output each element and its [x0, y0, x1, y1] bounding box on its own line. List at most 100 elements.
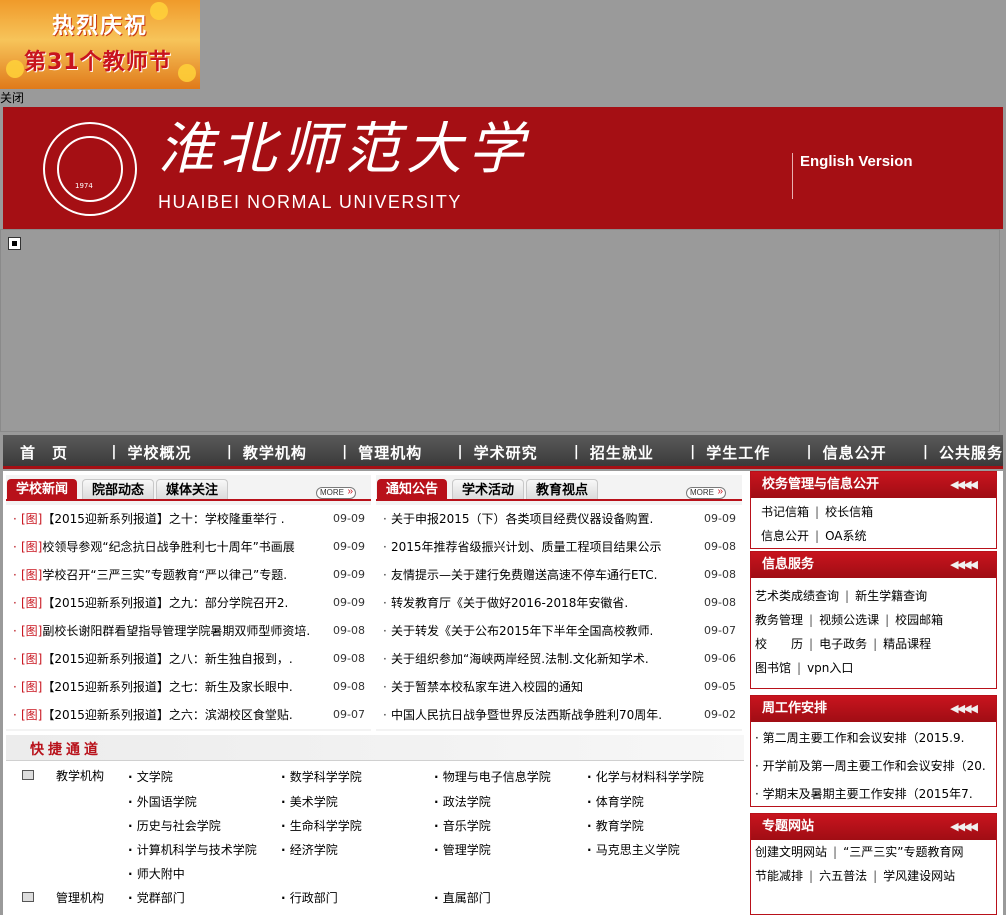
sidebar-link[interactable]: “三严三实”专题教育网 — [843, 845, 963, 859]
quick-link[interactable]: 管理学院 — [434, 841, 491, 858]
notice-title[interactable]: 关于暂禁本校私家车进入校园的通知 — [391, 673, 583, 701]
tab-school-news[interactable]: 学校新闻 — [7, 479, 78, 501]
tab-academic-events[interactable]: 学术活动 — [452, 479, 525, 501]
sidebar-link[interactable]: 创建文明网站 — [755, 845, 827, 859]
bullet: · — [383, 568, 387, 582]
notice-title[interactable]: 2015年推荐省级振兴计划、质量工程项目结果公示 — [391, 533, 662, 561]
sidebar-link[interactable]: 校 历 — [755, 637, 803, 651]
news-more-button[interactable]: MORE — [316, 487, 356, 499]
sidebar-link[interactable]: 精品课程 — [883, 637, 931, 651]
sidebar-link[interactable]: 节能减排 — [755, 869, 803, 883]
list-item: · 关于暂禁本校私家车进入校园的通知 09-05 — [376, 673, 742, 701]
bullet: · — [383, 540, 387, 554]
quick-link[interactable]: 数学科学学院 — [281, 768, 362, 785]
nav-home[interactable]: 首 页 — [20, 442, 101, 463]
tab-department-news[interactable]: 院部动态 — [82, 479, 155, 501]
news-title[interactable]: [图]副校长谢阳群看望指导管理学院暑期双师型师资培. — [21, 617, 310, 645]
quick-link[interactable]: 化学与材料科学学院 — [587, 768, 704, 785]
schedule-item[interactable]: · 第二周主要工作和会议安排（2015.9. — [751, 724, 996, 752]
news-date: 09-09 — [333, 512, 365, 525]
flash-banner-area — [0, 229, 1000, 432]
nav-admissions[interactable]: 招生就业 — [590, 442, 680, 463]
nav-students[interactable]: 学生工作 — [706, 442, 796, 463]
nav-services[interactable]: 公共服务 — [939, 442, 1003, 463]
notice-title[interactable]: 中国人民抗日战争暨世界反法西斯战争胜利70周年. — [391, 701, 662, 729]
list-item: · 转发教育厅《关于做好2016-2018年安徽省. 09-08 — [376, 589, 742, 617]
nav-disclosure[interactable]: 信息公开 — [823, 442, 913, 463]
quick-link[interactable]: 体育学院 — [587, 793, 644, 810]
tab-notices[interactable]: 通知公告 — [377, 479, 448, 501]
nav-research[interactable]: 学术研究 — [474, 442, 564, 463]
quick-link[interactable]: 师大附中 — [128, 865, 185, 882]
notice-title[interactable]: 关于组织参加“海峡两岸经贸.法制.文化新知学术. — [391, 645, 649, 673]
expand-arrow-icon[interactable] — [22, 892, 34, 902]
quick-link[interactable]: 历史与社会学院 — [128, 817, 221, 834]
quick-link[interactable]: 教育学院 — [587, 817, 644, 834]
list-item: · 关于转发《关于公布2015年下半年全国高校教师. 09-07 — [376, 617, 742, 645]
flash-plugin-icon[interactable] — [8, 237, 21, 250]
arrows-icon: ◀◀◀◀ — [950, 820, 978, 833]
nav-admin[interactable]: 管理机构 — [358, 442, 447, 463]
quick-link[interactable]: 物理与电子信息学院 — [434, 768, 551, 785]
nav-about[interactable]: 学校概况 — [127, 442, 216, 463]
bullet: · — [383, 512, 387, 526]
schedule-item[interactable]: · 学期末及暑期主要工作安排（2015年7. — [751, 780, 996, 808]
news-title[interactable]: [图]【2015迎新系列报道】之八：新生独自报到，. — [21, 645, 293, 673]
notice-date: 09-08 — [704, 596, 736, 609]
notice-date: 09-09 — [704, 512, 736, 525]
ad-close-link[interactable]: 关闭 — [0, 91, 24, 105]
quick-link[interactable]: 文学院 — [128, 768, 173, 785]
teachers-day-ad[interactable]: 热烈庆祝 第31个教师节 — [0, 0, 200, 89]
list-item: · [图]【2015迎新系列报道】之十：学校隆重举行 . 09-09 — [6, 505, 371, 533]
quick-link[interactable]: 计算机科学与技术学院 — [128, 841, 257, 858]
list-item: · [图]校领导参观“纪念抗日战争胜利七十周年”书画展 09-09 — [6, 533, 371, 561]
quick-link[interactable]: 直属部门 — [434, 889, 491, 906]
news-title[interactable]: [图]【2015迎新系列报道】之九：部分学院召开2. — [21, 589, 288, 617]
nav-teaching[interactable]: 教学机构 — [243, 442, 332, 463]
news-title[interactable]: [图]校领导参观“纪念抗日战争胜利七十周年”书画展 — [21, 533, 295, 561]
sidebar-link[interactable]: 图书馆 — [755, 661, 791, 675]
expand-arrow-icon[interactable] — [22, 770, 34, 780]
quick-link[interactable]: 外国语学院 — [128, 793, 197, 810]
notice-title[interactable]: 友情提示—关于建行免费赠送高速不停车通行ETC. — [391, 561, 657, 589]
sidebar-link[interactable]: OA系统 — [825, 529, 866, 543]
quick-link[interactable]: 经济学院 — [281, 841, 338, 858]
sidebar-link[interactable]: 视频公选课 — [819, 613, 879, 627]
nav-separator: | — [457, 444, 464, 460]
news-title[interactable]: [图]【2015迎新系列报道】之六：滨湖校区食堂贴. — [21, 701, 293, 729]
sidebar-link[interactable]: 教务管理 — [755, 613, 803, 627]
notice-title[interactable]: 关于申报2015（下）各类项目经费仪器设备购置. — [391, 505, 653, 533]
tab-education-views[interactable]: 教育视点 — [526, 479, 599, 501]
tab-underline — [6, 499, 371, 501]
notice-more-button[interactable]: MORE — [686, 487, 726, 499]
sidebar-link[interactable]: vpn入口 — [807, 661, 853, 675]
news-title[interactable]: [图]【2015迎新系列报道】之七：新生及家长眼中. — [21, 673, 293, 701]
list-item: · [图]【2015迎新系列报道】之七：新生及家长眼中. 09-08 — [6, 673, 371, 701]
schedule-item[interactable]: · 开学前及第一周主要工作和会议安排（20. — [751, 752, 996, 780]
quick-link[interactable]: 政法学院 — [434, 793, 491, 810]
sidebar-link[interactable]: 学风建设网站 — [883, 869, 955, 883]
tab-media-focus[interactable]: 媒体关注 — [156, 479, 229, 501]
quick-link[interactable]: 行政部门 — [281, 889, 338, 906]
sidebar-link[interactable]: 艺术类成绩查询 — [755, 589, 839, 603]
english-version-link[interactable]: English Version — [800, 153, 913, 170]
sidebar-link[interactable]: 新生学籍查询 — [855, 589, 927, 603]
quick-link[interactable]: 党群部门 — [128, 889, 185, 906]
quick-link[interactable]: 音乐学院 — [434, 817, 491, 834]
news-title[interactable]: [图]【2015迎新系列报道】之十：学校隆重举行 . — [21, 505, 285, 533]
quick-link[interactable]: 马克思主义学院 — [587, 841, 680, 858]
bullet: · — [383, 596, 387, 610]
quick-link[interactable]: 生命科学学院 — [281, 817, 362, 834]
sidebar-link[interactable]: 校长信箱 — [825, 505, 873, 519]
sidebar-link[interactable]: 电子政务 — [819, 637, 867, 651]
notice-title[interactable]: 转发教育厅《关于做好2016-2018年安徽省. — [391, 589, 628, 617]
arrows-icon: ◀◀◀◀ — [950, 558, 978, 571]
sidebar-link[interactable]: 六五普法 — [819, 869, 867, 883]
notice-title[interactable]: 关于转发《关于公布2015年下半年全国高校教师. — [391, 617, 653, 645]
sidebar-link[interactable]: 书记信箱 — [761, 505, 809, 519]
news-title[interactable]: [图]学校召开“三严三实”专题教育“严以律己”专题. — [21, 561, 287, 589]
sidebar-link[interactable]: 信息公开 — [761, 529, 809, 543]
news-date: 09-07 — [333, 708, 365, 721]
sidebar-link[interactable]: 校园邮箱 — [895, 613, 943, 627]
quick-link[interactable]: 美术学院 — [281, 793, 338, 810]
